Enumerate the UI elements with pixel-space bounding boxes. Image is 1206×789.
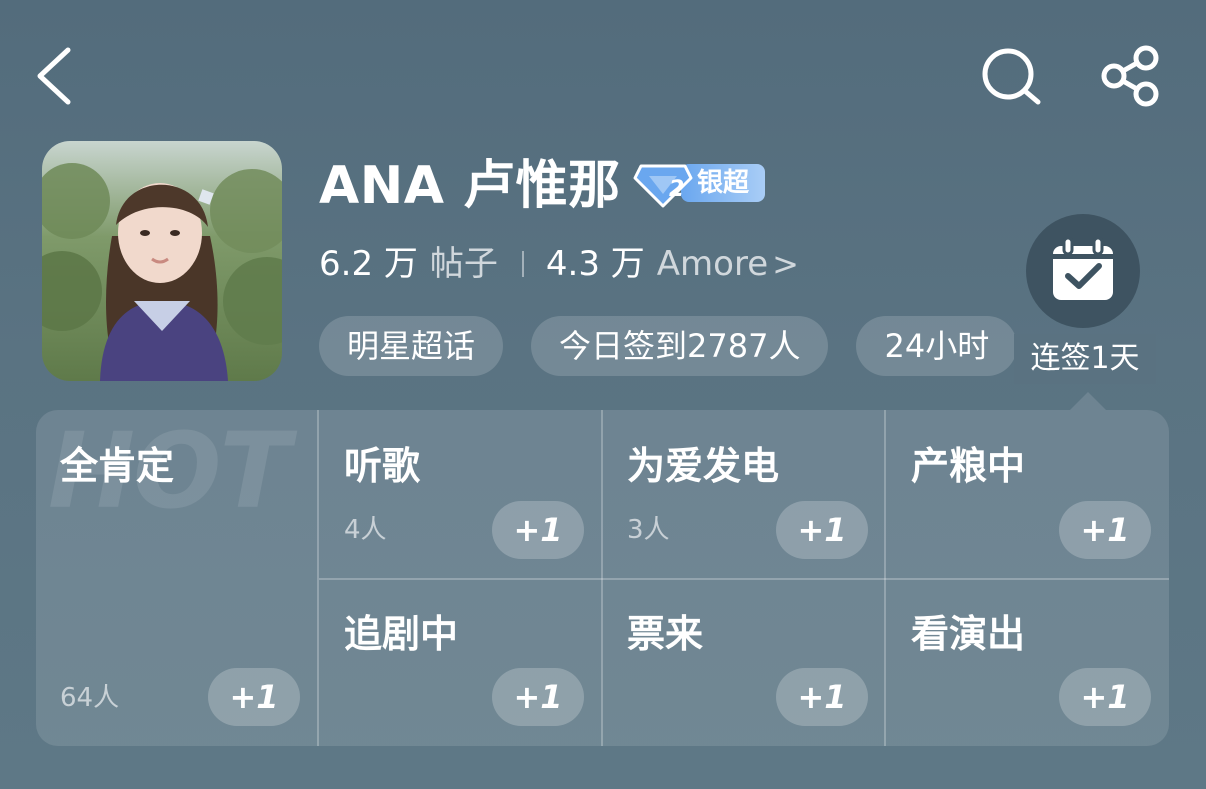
fans-label[interactable]: Amore (657, 240, 768, 288)
plus-one-button[interactable]: +1 (208, 668, 300, 726)
plus-one-button[interactable]: +1 (1059, 501, 1151, 559)
cell-name: 为爱发电 (627, 444, 780, 488)
plus-one-button[interactable]: +1 (776, 501, 868, 559)
back-icon[interactable] (30, 44, 80, 108)
cell-name: 票来 (627, 612, 704, 656)
plus-one-button[interactable]: +1 (776, 668, 868, 726)
rank-label: 银超 (681, 164, 765, 202)
share-icon[interactable] (1098, 44, 1164, 108)
stats-divider (521, 251, 524, 277)
posts-label: 帖子 (429, 244, 498, 284)
page-title: ANA 卢惟那 (319, 156, 621, 216)
cell-name: 产粮中 (911, 444, 1026, 488)
cell-name: 追剧中 (344, 612, 459, 656)
calendar-check-icon (1053, 236, 1113, 300)
rank-level: 2 (669, 177, 685, 202)
cell-count: 3人 (627, 515, 670, 545)
tag-checkin-today[interactable]: 今日签到2787人 (531, 316, 829, 376)
cell-name: 听歌 (344, 444, 421, 488)
card-pointer (1070, 392, 1106, 410)
stats-row: 6.2 万 帖子 4.3 万 Amore > (319, 240, 799, 288)
rank-badge[interactable]: 银超 2 (633, 158, 767, 208)
cell-count: 64人 (60, 683, 120, 713)
grid-divider (319, 578, 1169, 580)
plus-one-button[interactable]: +1 (1059, 668, 1151, 726)
checkin-button[interactable] (1026, 214, 1140, 328)
avatar[interactable] (42, 141, 282, 381)
search-icon[interactable] (980, 44, 1044, 108)
tags-row: 明星超话 今日签到2787人 24小时 (319, 316, 1015, 378)
plus-one-button[interactable]: +1 (492, 501, 584, 559)
tag-category[interactable]: 明星超话 (319, 316, 504, 376)
chevron-right-icon[interactable]: > (772, 240, 799, 288)
checkin-streak-label: 连签1天 (1014, 334, 1156, 384)
cell-name: 看演出 (911, 612, 1026, 656)
fans-count[interactable]: 4.3 万 (546, 240, 645, 288)
cell-name: 全肯定 (60, 444, 175, 488)
action-grid: HOT 全肯定 64人 +1 听歌 4人 +1 为爱发电 3人 +1 产粮中 +… (36, 410, 1169, 746)
cell-count: 4人 (344, 515, 387, 545)
posts-count: 6.2 万 (319, 244, 418, 284)
tag-24h[interactable]: 24小时 (856, 316, 1015, 376)
plus-one-button[interactable]: +1 (492, 668, 584, 726)
